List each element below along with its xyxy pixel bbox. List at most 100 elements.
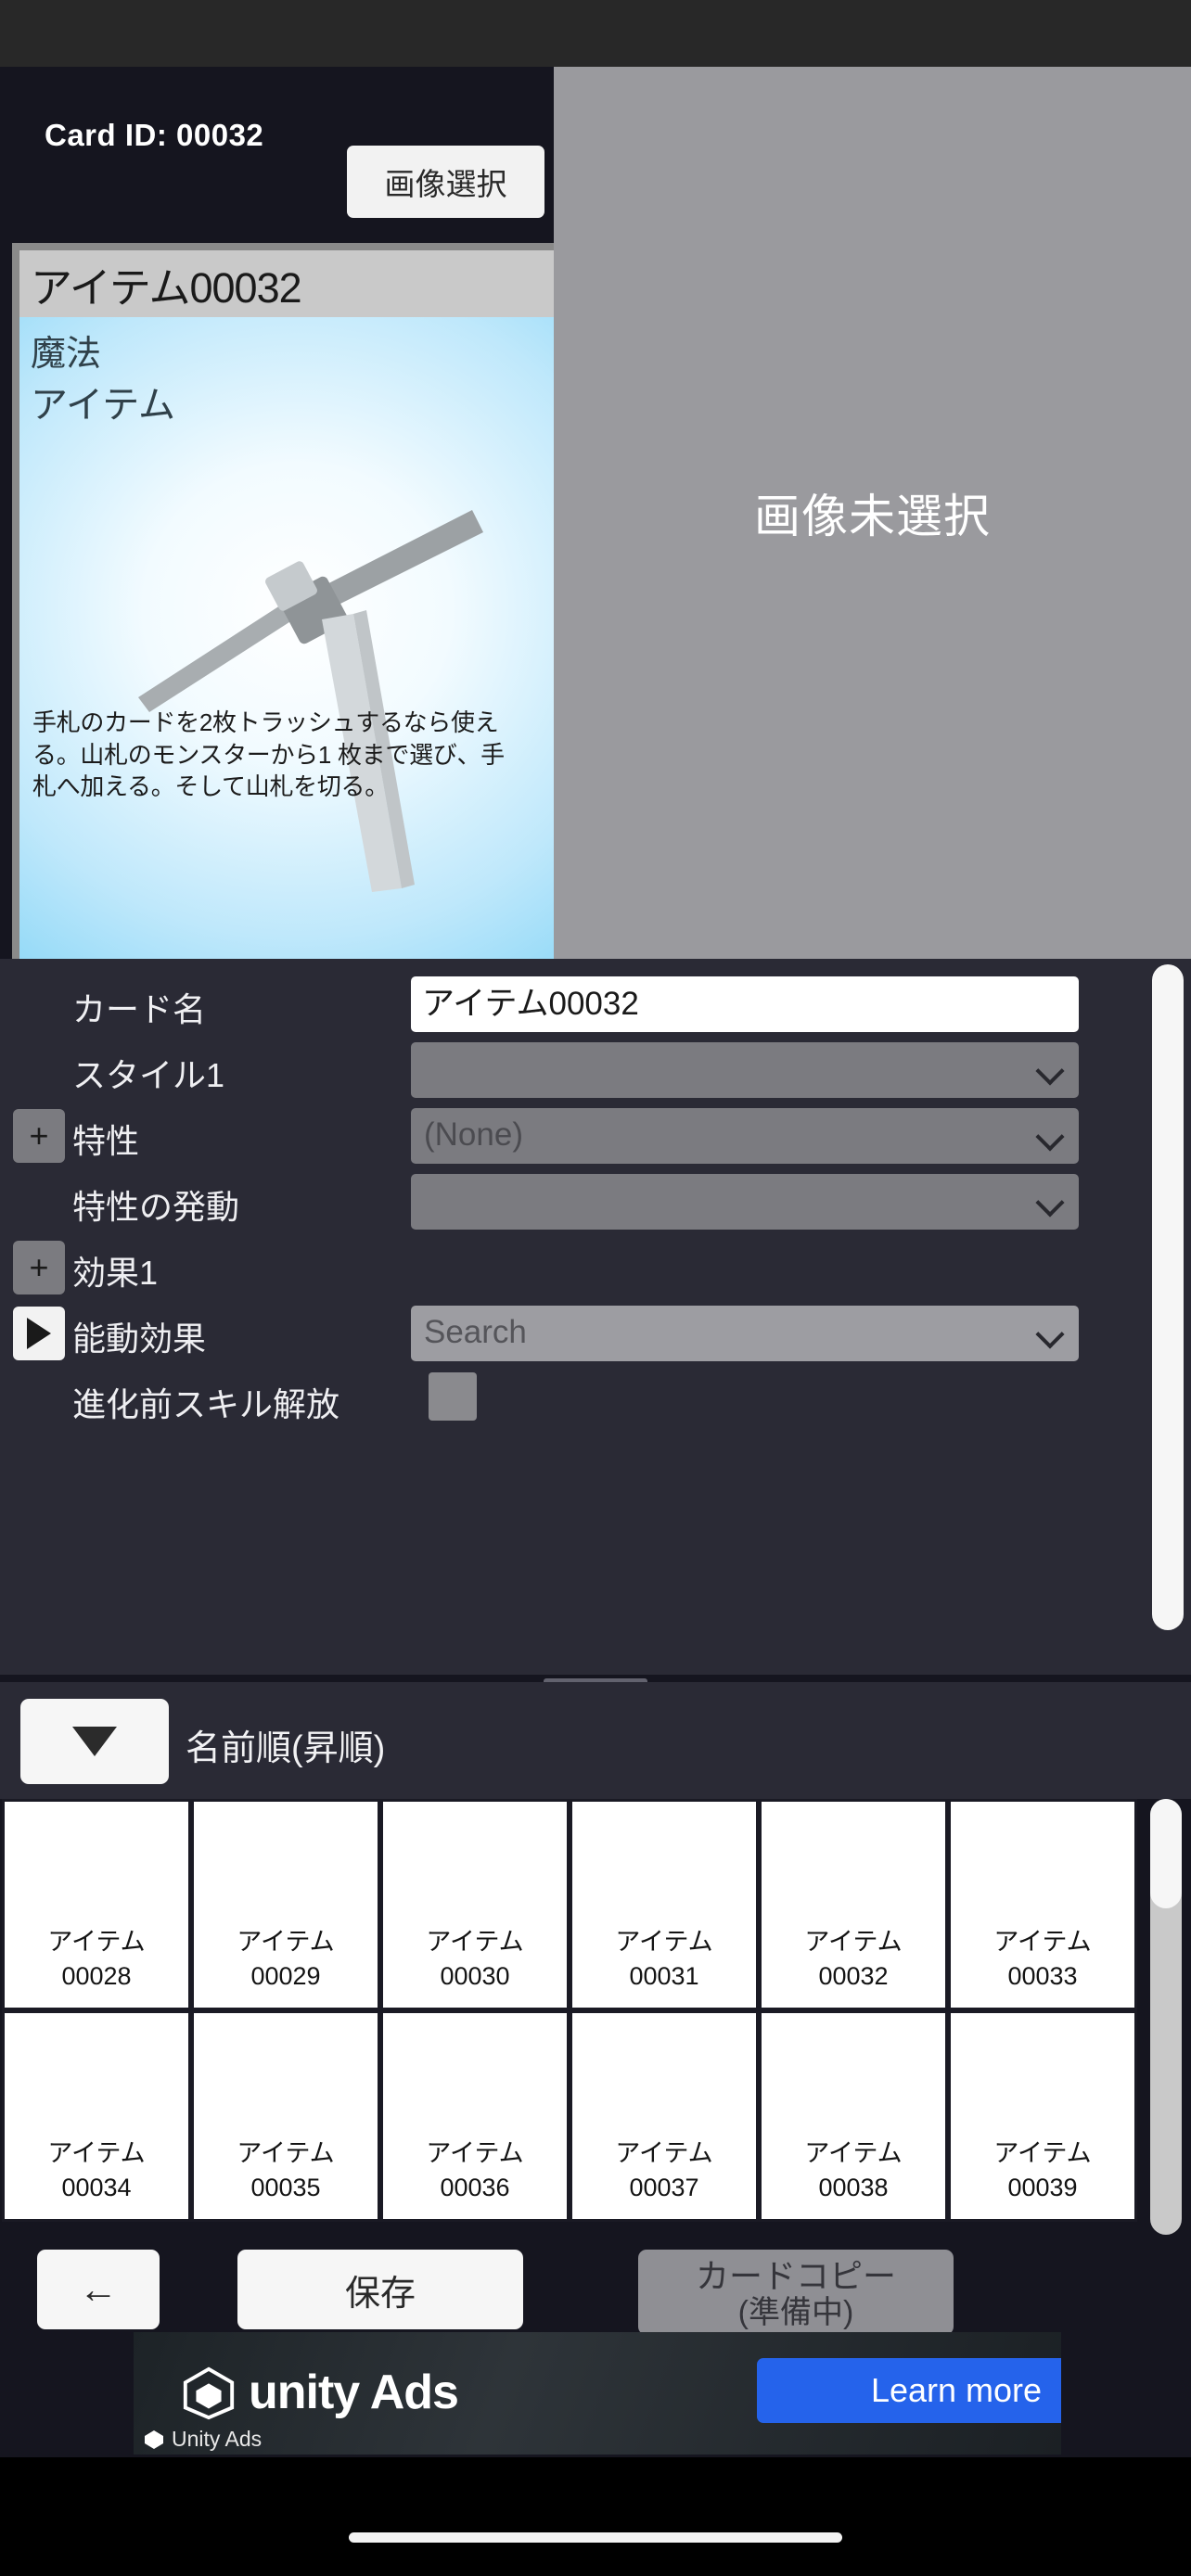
card-item-id: 00035 [250, 2173, 321, 2201]
form-label-trait: 特性 [72, 1122, 140, 1160]
form-row-trait-trigger: 特性の発動 [0, 1169, 1150, 1235]
card-grid-item[interactable]: アイテム 00031 [570, 1799, 759, 2010]
card-grid-item[interactable]: アイテム 00038 [759, 2010, 948, 2222]
card-item-name: アイテム [615, 2139, 713, 2168]
card-type-label: 魔法 [31, 335, 102, 374]
card-item-name: アイテム [47, 2139, 146, 2168]
ad-attribution: Unity Ads [143, 2427, 262, 2452]
back-button[interactable]: ← [37, 2250, 160, 2329]
card-id-label: Card ID: 00032 [45, 118, 264, 152]
learn-more-button[interactable]: Learn more [757, 2358, 1061, 2423]
home-indicator [349, 2532, 842, 2543]
status-bar [0, 0, 1191, 67]
card-item-id: 00029 [250, 1961, 321, 1990]
form-row-active-effect: 能動効果 Search [0, 1301, 1150, 1367]
card-item-id: 00038 [818, 2173, 889, 2201]
card-item-id: 00039 [1007, 2173, 1078, 2201]
card-grid-scrollbar[interactable] [1150, 1799, 1182, 2235]
form-row-preevo-skill: 進化前スキル解放 [0, 1367, 1150, 1433]
card-item-id: 00033 [1007, 1961, 1078, 1990]
card-item-name: アイテム [804, 1928, 903, 1957]
form-row-trait: + 特性 (None) [0, 1103, 1150, 1169]
card-preview[interactable]: アイテム00032 魔法 アイテム 手札のカードを2枚トラッシュするなら使える。… [12, 243, 561, 1027]
card-title-bar: アイテム00032 [19, 250, 554, 317]
form-label-card-name: カード名 [72, 990, 207, 1028]
card-property-form: カード名 アイテム00032 スタイル1 + 特性 (None) 特性の発動 +… [0, 959, 1191, 1675]
card-grid-item[interactable]: アイテム 00035 [191, 2010, 380, 2222]
card-item-id: 00030 [440, 1961, 510, 1990]
form-label-style1: スタイル1 [72, 1056, 225, 1094]
preevo-skill-checkbox[interactable] [429, 1372, 477, 1421]
trait-trigger-dropdown[interactable] [411, 1174, 1079, 1230]
card-description: 手札のカードを2枚トラッシュするなら使える。山札のモンスターから1 枚まで選び、… [32, 708, 505, 801]
card-item-name: アイテム [237, 2139, 335, 2168]
card-editor-top: Card ID: 00032 画像選択 アイテム00032 魔法 アイテム 手札… [0, 67, 1191, 1027]
ad-attribution-text: Unity Ads [172, 2427, 263, 2451]
sort-toggle-button[interactable] [20, 1699, 169, 1784]
card-grid-item[interactable]: アイテム 00034 [2, 2010, 191, 2222]
card-item-id: 00028 [61, 1961, 132, 1990]
unity-ads-brand: unity Ads [249, 2366, 459, 2419]
unity-small-icon [145, 2429, 163, 2449]
form-rows: カード名 アイテム00032 スタイル1 + 特性 (None) 特性の発動 +… [0, 972, 1150, 1433]
triangle-down-icon [72, 1727, 117, 1756]
card-grid-scrollbar-thumb[interactable] [1150, 1799, 1182, 1908]
card-copy-sublabel: (準備中) [737, 2295, 854, 2331]
expand-active-effect-button[interactable] [13, 1307, 65, 1360]
unity-cube-icon [183, 2366, 235, 2420]
card-subtype-label: アイテム [31, 385, 175, 426]
chevron-down-icon [1035, 1056, 1065, 1086]
trait-dropdown[interactable]: (None) [411, 1108, 1079, 1164]
card-item-id: 00032 [818, 1961, 889, 1990]
chevron-down-icon [1035, 1188, 1065, 1218]
card-grid-item[interactable]: アイテム 00036 [380, 2010, 570, 2222]
triangle-right-icon [27, 1318, 51, 1349]
card-grid-item[interactable]: アイテム 00030 [380, 1799, 570, 2010]
ad-banner[interactable]: unity Ads Learn more Unity Ads [134, 2332, 1061, 2455]
card-item-id: 00037 [629, 2173, 699, 2201]
form-row-card-name: カード名 アイテム00032 [0, 972, 1150, 1038]
card-grid-item[interactable]: アイテム 00033 [948, 1799, 1137, 2010]
card-title: アイテム00032 [31, 263, 302, 312]
card-list: アイテム 00028 アイテム 00029 アイテム 00030 アイテム 00031 … [0, 1799, 1191, 2263]
select-image-button[interactable]: 画像選択 [347, 146, 544, 218]
card-grid-item[interactable]: アイテム 00039 [948, 2010, 1137, 2222]
card-grid-item[interactable]: アイテム 00032 [759, 1799, 948, 2010]
card-grid: アイテム 00028 アイテム 00029 アイテム 00030 アイテム 00031 … [2, 1799, 1140, 2222]
card-item-name: アイテム [237, 1928, 335, 1957]
style1-dropdown[interactable] [411, 1042, 1079, 1098]
image-placeholder-panel[interactable]: 画像未選択 [554, 67, 1191, 959]
card-item-id: 00031 [629, 1961, 699, 1990]
active-effect-dropdown[interactable]: Search [411, 1306, 1079, 1361]
card-item-name: アイテム [47, 1928, 146, 1957]
card-copy-label: カードコピー [695, 2256, 896, 2295]
no-image-text: 画像未選択 [754, 491, 991, 542]
form-scrollbar-thumb[interactable] [1152, 964, 1184, 1630]
add-trait-button[interactable]: + [13, 1109, 65, 1163]
card-preview-panel: Card ID: 00032 画像選択 アイテム00032 魔法 アイテム 手札… [0, 67, 561, 1027]
chevron-down-icon [1035, 1320, 1065, 1349]
card-item-name: アイテム [804, 2139, 903, 2168]
pickaxe-icon [138, 510, 483, 892]
card-copy-button: カードコピー (準備中) [638, 2250, 954, 2335]
card-item-name: アイテム [426, 1928, 524, 1957]
form-label-preevo-skill: 進化前スキル解放 [72, 1385, 340, 1423]
card-name-input[interactable]: アイテム00032 [411, 976, 1079, 1032]
card-item-name: アイテム [993, 1928, 1092, 1957]
save-button[interactable]: 保存 [237, 2250, 523, 2329]
app-root: Card ID: 00032 画像選択 アイテム00032 魔法 アイテム 手札… [0, 0, 1191, 2576]
add-effect-button[interactable]: + [13, 1241, 65, 1294]
card-item-id: 00036 [440, 2173, 510, 2201]
form-row-style1: スタイル1 [0, 1038, 1150, 1103]
card-grid-item[interactable]: アイテム 00029 [191, 1799, 380, 2010]
card-item-name: アイテム [615, 1928, 713, 1957]
form-scrollbar[interactable] [1152, 964, 1184, 1651]
card-art-area: 魔法 アイテム 手札のカードを2枚トラッシュするなら使える。山札のモンスターから [19, 317, 554, 966]
card-grid-item[interactable]: アイテム 00037 [570, 2010, 759, 2222]
form-label-trait-trigger: 特性の発動 [72, 1188, 240, 1226]
card-item-name: アイテム [993, 2139, 1092, 2168]
form-row-effect1: + 効果1 [0, 1235, 1150, 1301]
card-grid-item[interactable]: アイテム 00028 [2, 1799, 191, 2010]
chevron-down-icon [1035, 1122, 1065, 1152]
form-label-active-effect: 能動効果 [72, 1320, 207, 1358]
